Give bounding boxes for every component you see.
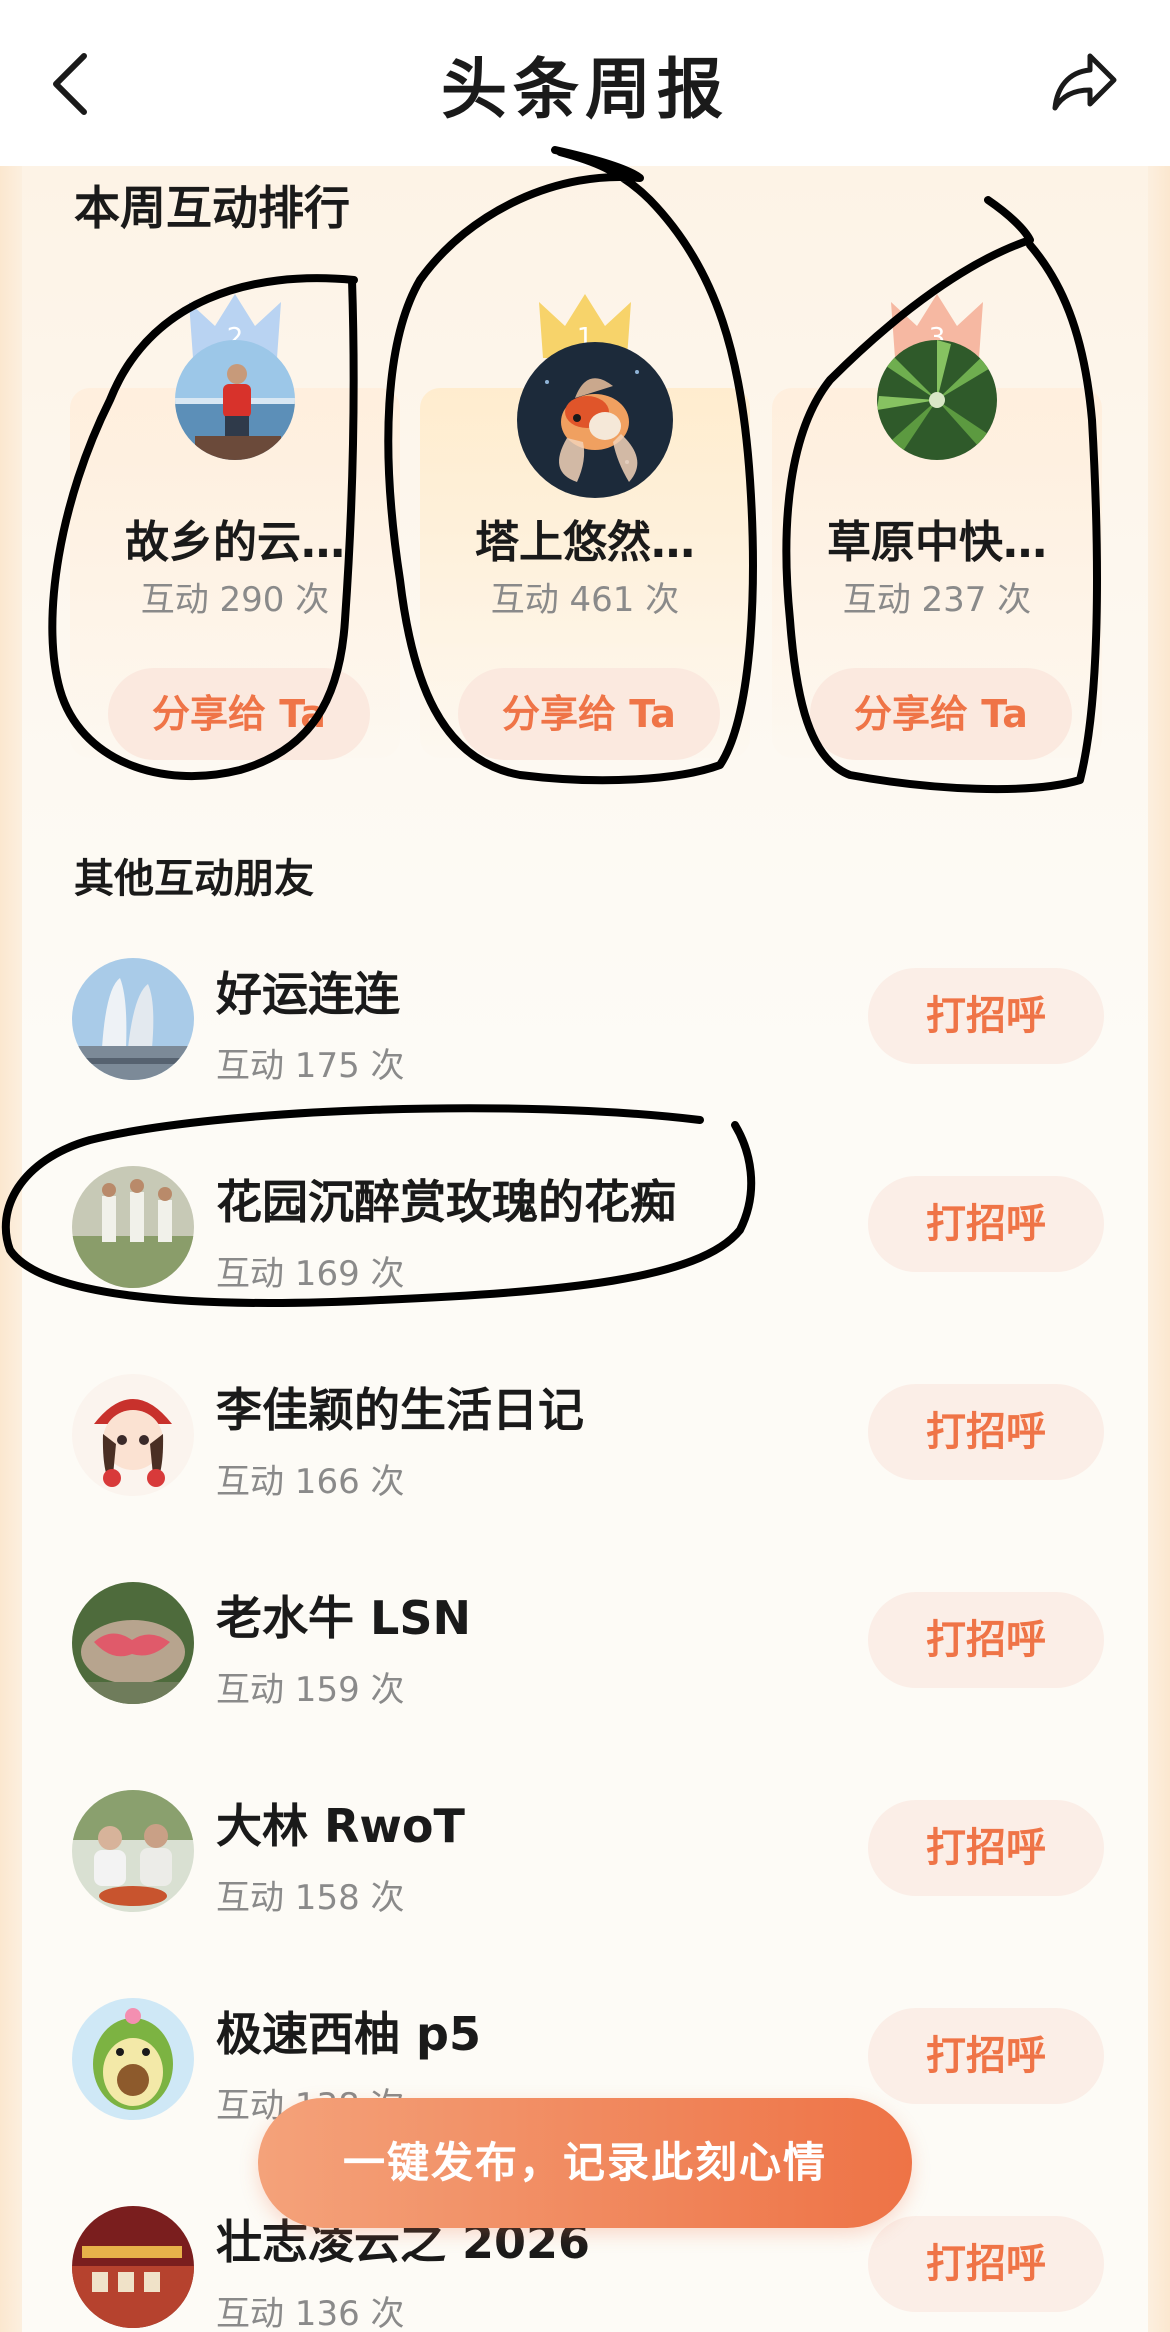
greet-button[interactable]: 打招呼 xyxy=(868,1176,1104,1272)
friend-name: 塔上悠然… xyxy=(475,517,695,568)
friend-row: 大林 RwoT 互动 158 次 打招呼 xyxy=(22,1790,1148,1996)
greet-button[interactable]: 打招呼 xyxy=(868,1384,1104,1480)
greet-button[interactable]: 打招呼 xyxy=(868,968,1104,1064)
avatar[interactable] xyxy=(72,1166,194,1288)
friend-row: 老水牛 LSN 互动 159 次 打招呼 xyxy=(22,1582,1148,1788)
interaction-count: 互动 169 次 xyxy=(216,1254,405,1294)
other-friends-title: 其他互动朋友 xyxy=(74,856,314,902)
avatar[interactable] xyxy=(877,340,997,460)
friend-name: 极速西柚 p5 xyxy=(216,2007,481,2061)
greet-button[interactable]: 打招呼 xyxy=(868,2216,1104,2312)
page-title: 头条周报 xyxy=(441,51,729,128)
friend-name: 老水牛 LSN xyxy=(216,1591,471,1645)
avatar[interactable] xyxy=(517,342,673,498)
friend-name: 故乡的云… xyxy=(125,517,345,568)
avatar[interactable] xyxy=(72,958,194,1080)
ranking-card-3: 3 草原中快… 互动 237 次 分享给 Ta xyxy=(772,258,1102,778)
one-click-publish-button[interactable]: 一键发布，记录此刻心情 xyxy=(258,2098,912,2228)
interaction-count: 互动 290 次 xyxy=(140,580,330,620)
avatar[interactable] xyxy=(72,2206,194,2328)
share-to-friend-button[interactable]: 分享给 Ta xyxy=(458,668,720,760)
share-arrow-icon xyxy=(1052,53,1117,111)
interaction-count: 互动 159 次 xyxy=(216,1670,405,1710)
ranking-card-2: 2 故乡的云… 互动 290 次 分享给 Ta xyxy=(70,258,400,778)
avatar[interactable] xyxy=(175,340,295,460)
share-to-friend-button[interactable]: 分享给 Ta xyxy=(108,668,370,760)
friend-name: 好运连连 xyxy=(216,967,400,1021)
friend-name: 大林 RwoT xyxy=(216,1799,465,1853)
ranking-card-1: 1 塔上悠然… 互动 461 次 分享给 Ta xyxy=(420,258,750,778)
interaction-count: 互动 461 次 xyxy=(490,580,680,620)
avatar[interactable] xyxy=(72,1998,194,2120)
avatar[interactable] xyxy=(72,1582,194,1704)
greet-button[interactable]: 打招呼 xyxy=(868,1592,1104,1688)
interaction-count: 互动 237 次 xyxy=(842,580,1032,620)
top-navigation-bar: 头条周报 xyxy=(0,0,1170,166)
greet-button[interactable]: 打招呼 xyxy=(868,2008,1104,2104)
friend-name: 花园沉醉赏玫瑰的花痴 xyxy=(216,1175,676,1229)
avatar[interactable] xyxy=(72,1790,194,1912)
friend-row: 花园沉醉赏玫瑰的花痴 互动 169 次 打招呼 xyxy=(22,1166,1148,1372)
interaction-count: 互动 175 次 xyxy=(216,1046,405,1086)
greet-button[interactable]: 打招呼 xyxy=(868,1800,1104,1896)
friend-row: 李佳颖的生活日记 互动 166 次 打招呼 xyxy=(22,1374,1148,1580)
avatar[interactable] xyxy=(72,1374,194,1496)
interaction-count: 互动 166 次 xyxy=(216,1462,405,1502)
friend-row: 好运连连 互动 175 次 打招呼 xyxy=(22,958,1148,1164)
share-button[interactable] xyxy=(1050,50,1120,114)
friend-name: 草原中快… xyxy=(827,517,1047,568)
weekly-ranking-title: 本周互动排行 xyxy=(74,181,350,235)
interaction-count: 互动 136 次 xyxy=(216,2294,405,2332)
share-to-friend-button[interactable]: 分享给 Ta xyxy=(810,668,1072,760)
friend-name: 李佳颖的生活日记 xyxy=(216,1383,584,1437)
interaction-count: 互动 158 次 xyxy=(216,1878,405,1918)
